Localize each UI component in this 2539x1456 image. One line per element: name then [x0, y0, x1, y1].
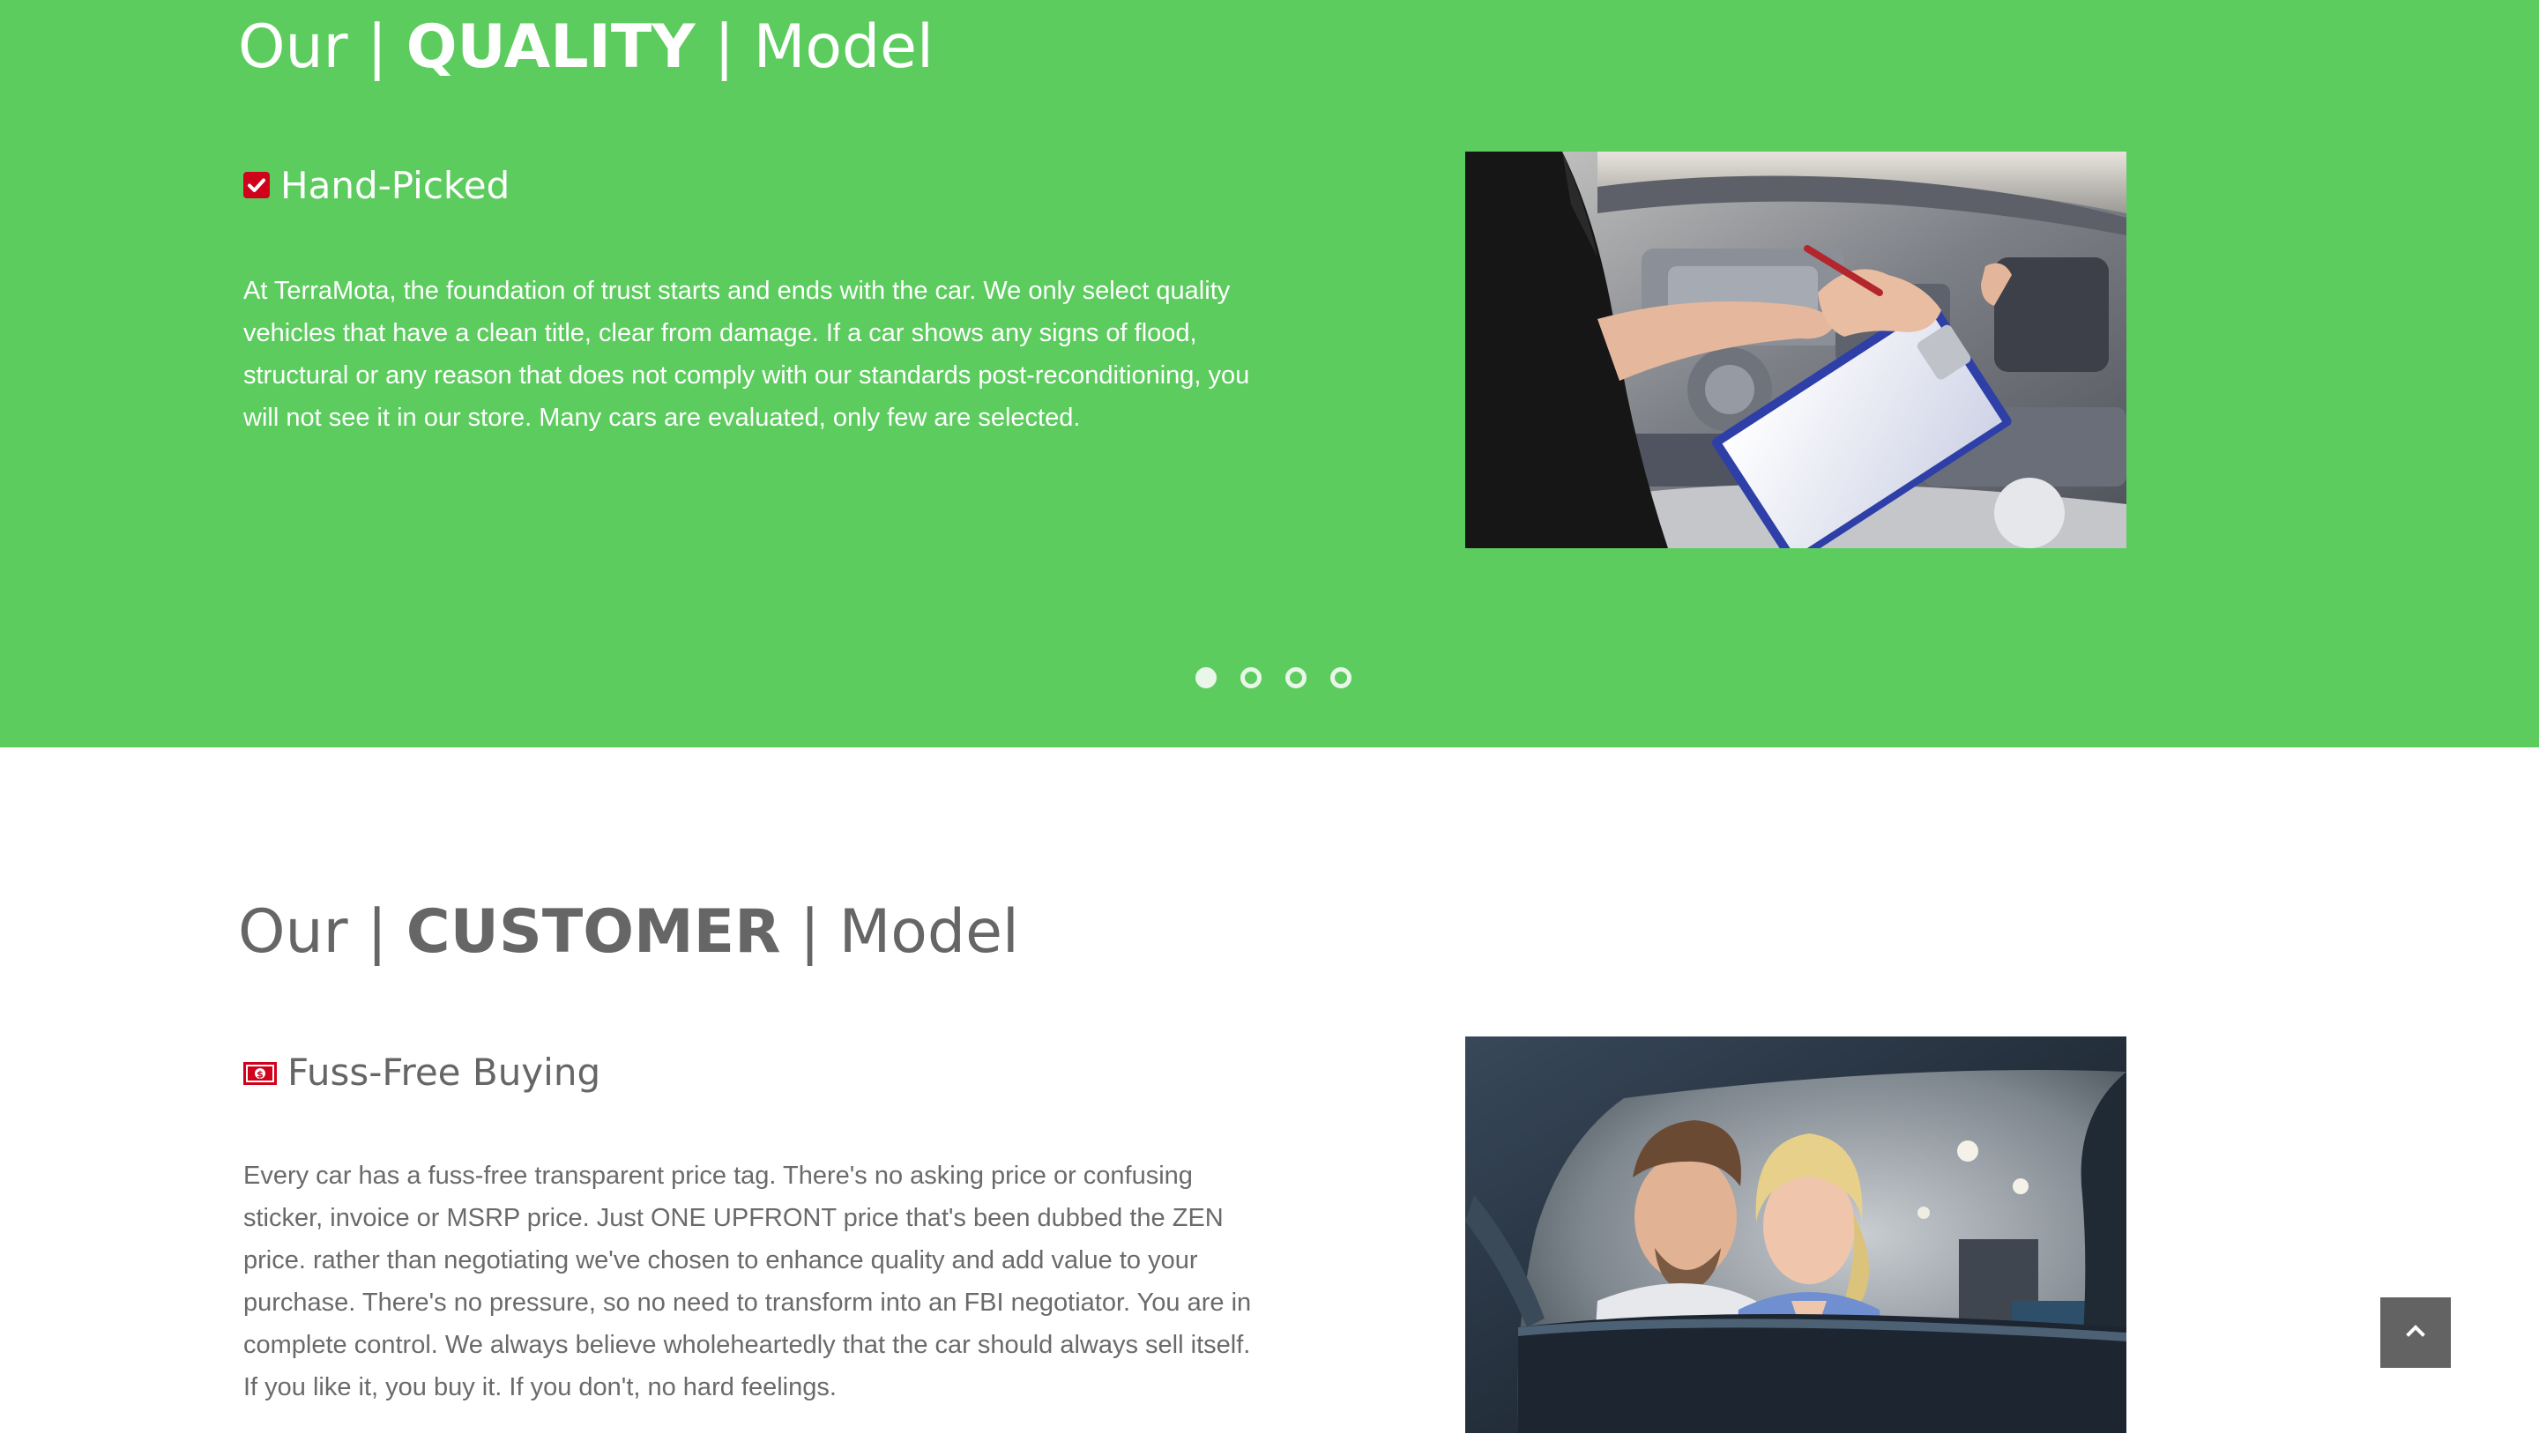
fuss-free-description: Every car has a fuss-free transparent pr…: [243, 1162, 1252, 1401]
chevron-up-icon: [2406, 1324, 2425, 1342]
quality-section: Our | QUALITY | Model Hand-Picked At Ter…: [0, 0, 2539, 747]
customer-heading-suffix: | Model: [780, 897, 1019, 967]
carousel-dot-1[interactable]: [1195, 667, 1217, 688]
couple-car-window-photo: [1465, 1036, 2126, 1433]
customer-heading-prefix: Our |: [238, 897, 406, 967]
hand-picked-description: At TerraMota, the foundation of trust st…: [243, 277, 1250, 432]
customer-heading-emphasis: CUSTOMER: [406, 897, 781, 967]
quality-heading-suffix: | Model: [695, 12, 934, 82]
hand-picked-label: Hand-Picked: [280, 164, 510, 207]
fuss-free-title: $ Fuss-Free Buying: [243, 1054, 600, 1091]
back-to-top-button[interactable]: [2380, 1297, 2451, 1368]
page: Our | QUALITY | Model Hand-Picked At Ter…: [0, 0, 2539, 1456]
customer-heading: Our | CUSTOMER | Model: [238, 903, 1019, 962]
money-icon: $: [243, 1054, 277, 1091]
engine-inspection-photo: [1465, 152, 2126, 548]
svg-text:$: $: [257, 1069, 264, 1081]
quality-heading-emphasis: QUALITY: [406, 12, 696, 82]
carousel-dot-4[interactable]: [1330, 667, 1351, 688]
carousel-pagination: [1195, 667, 1351, 688]
hand-picked-title: Hand-Picked: [243, 167, 510, 204]
quality-heading: Our | QUALITY | Model: [238, 18, 934, 78]
checkbox-icon: [243, 167, 270, 204]
fuss-free-label: Fuss-Free Buying: [287, 1051, 601, 1094]
carousel-dot-3[interactable]: [1285, 667, 1307, 688]
carousel-dot-2[interactable]: [1240, 667, 1262, 688]
quality-heading-prefix: Our |: [238, 12, 406, 82]
